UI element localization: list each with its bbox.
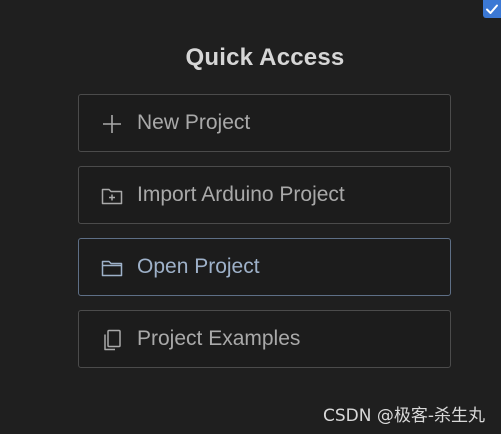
quick-access-title: Quick Access [185, 44, 345, 71]
project-examples-label: Project Examples [137, 327, 301, 350]
open-project-button[interactable]: Open Project [78, 238, 451, 296]
import-arduino-project-button[interactable]: Import Arduino Project [78, 166, 451, 224]
folder-import-icon [101, 185, 123, 207]
folder-icon [101, 257, 123, 279]
watermark: CSDN @极客-杀生丸 [322, 406, 485, 426]
open-project-label: Open Project [137, 255, 260, 278]
project-examples-button[interactable]: Project Examples [78, 310, 451, 368]
checkbox-checked-icon[interactable] [483, 0, 501, 18]
plus-icon [101, 113, 123, 135]
new-project-button[interactable]: New Project [78, 94, 451, 152]
new-project-label: New Project [137, 111, 251, 134]
import-arduino-project-label: Import Arduino Project [137, 183, 345, 206]
copy-icon [101, 329, 123, 351]
